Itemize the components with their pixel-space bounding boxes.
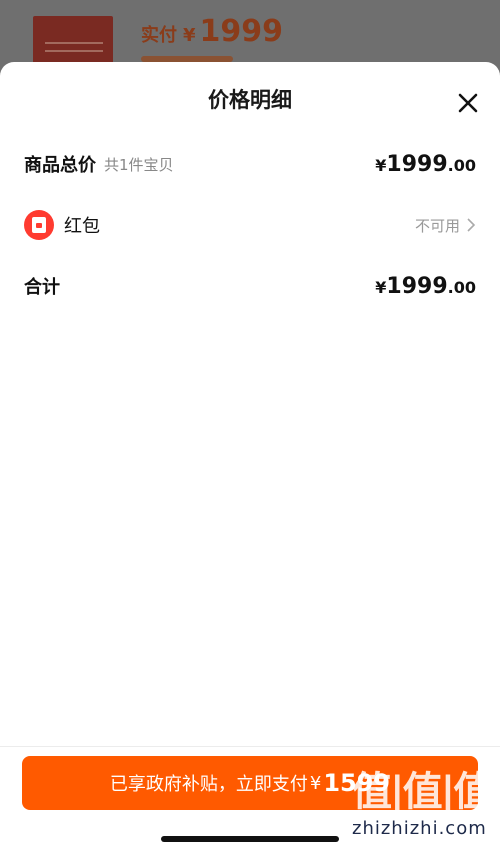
product-thumbnail bbox=[33, 16, 113, 66]
watermark-site: zhizhizhi.com bbox=[352, 818, 487, 839]
red-packet-icon bbox=[24, 210, 54, 240]
subtotal-row: 商品总价 共1件宝贝 ¥ 1999 .00 bbox=[24, 149, 476, 179]
background-price: 实付 ¥ 1999 bbox=[141, 14, 283, 49]
price-detail-sheet: 价格明细 商品总价 共1件宝贝 ¥ 1999 .00 红包 不可用 合计 ¥ 1… bbox=[0, 62, 500, 853]
subtotal-integer: 1999 bbox=[386, 151, 448, 177]
sheet-title: 价格明细 bbox=[208, 88, 292, 112]
home-indicator[interactable] bbox=[161, 836, 339, 842]
background-price-label: 实付 bbox=[141, 25, 177, 46]
pay-button-text: 已享政府补贴，立即支付 bbox=[109, 774, 308, 795]
total-row: 合计 ¥ 1999 .00 bbox=[24, 271, 476, 301]
thumbnail-text-line bbox=[45, 50, 103, 52]
close-icon[interactable] bbox=[455, 90, 481, 116]
red-packet-label: 红包 bbox=[64, 216, 100, 237]
item-count-note: 共1件宝贝 bbox=[104, 155, 174, 174]
pay-now-button[interactable]: 已享政府补贴，立即支付 ¥ 1599 bbox=[22, 756, 478, 810]
total-label: 合计 bbox=[24, 277, 60, 298]
total-currency: ¥ bbox=[375, 277, 387, 297]
chevron-right-icon bbox=[467, 218, 476, 232]
background-price-currency: ¥ bbox=[183, 25, 196, 46]
total-decimal: .00 bbox=[447, 277, 476, 297]
red-packet-status: 不可用 bbox=[414, 216, 460, 235]
total-price: ¥ 1999 .00 bbox=[375, 274, 476, 299]
subtotal-decimal: .00 bbox=[447, 155, 476, 175]
subtotal-price: ¥ 1999 .00 bbox=[375, 152, 476, 177]
pay-button-amount: 1599 bbox=[323, 769, 391, 797]
red-packet-row[interactable]: 红包 不可用 bbox=[24, 210, 476, 240]
subtotal-currency: ¥ bbox=[375, 155, 387, 175]
subtotal-label: 商品总价 bbox=[24, 155, 96, 176]
background-price-value: 1999 bbox=[199, 14, 284, 49]
total-integer: 1999 bbox=[386, 273, 448, 299]
pay-button-currency: ¥ bbox=[309, 772, 322, 794]
thumbnail-text-line bbox=[45, 42, 103, 44]
footer-divider bbox=[0, 746, 500, 747]
